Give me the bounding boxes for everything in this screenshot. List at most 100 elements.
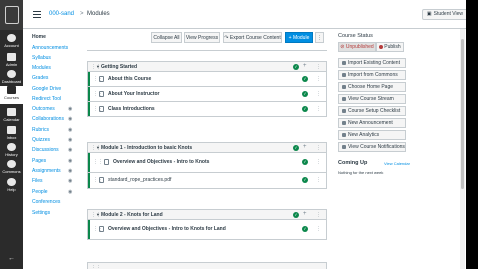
view-progress-button[interactable]: View Progress [184,32,220,43]
view-course-notifications-button[interactable]: View Course Notifications [338,142,406,152]
course-nav-quizzes[interactable]: Quizzes [32,137,50,143]
published-check-icon[interactable]: ✓ [302,91,308,97]
add-item-icon[interactable]: + [303,144,307,150]
divider [87,50,327,51]
item-options-icon[interactable]: ⋮ [316,76,321,82]
global-nav-history[interactable]: History [0,143,23,161]
course-nav-people[interactable]: People [32,189,48,195]
module-options-icon[interactable]: ⋮ [316,145,321,151]
hamburger-menu-icon[interactable] [33,11,41,20]
course-nav-syllabus[interactable]: Syllabus [32,55,51,61]
institution-logo[interactable] [0,0,23,30]
export-course-content-button[interactable]: ↷ Export Course Content [223,32,282,43]
module-item[interactable]: ⋮⋮ Overview and Objectives - Intro to Kn… [87,153,327,173]
global-nav-courses[interactable]: Courses [0,86,23,104]
published-check-icon[interactable]: ✓ [293,145,299,151]
global-nav-calendar[interactable]: Calendar [0,108,23,126]
add-module-button[interactable]: + Module [285,32,313,43]
hidden-eye-icon: ◉ [68,116,73,122]
hidden-eye-icon: ◉ [68,178,73,184]
collapse-triangle-icon[interactable]: ▼ [96,212,100,217]
module-item-title[interactable]: standard_rope_practices.pdf [108,177,171,183]
course-nav-collaborations[interactable]: Collaborations [32,116,64,122]
course-nav-discussions[interactable]: Discussions [32,147,59,153]
course-nav-modules[interactable]: Modules [32,65,51,71]
course-nav-files[interactable]: Files [32,178,43,184]
help-icon [7,178,16,186]
collapse-triangle-icon[interactable]: ▼ [96,64,100,69]
published-check-icon[interactable]: ✓ [302,226,308,232]
course-nav-redirect-tool[interactable]: Redirect Tool [32,96,61,102]
drag-handle-icon[interactable]: ⋮⋮ [91,265,101,269]
view-calendar-link[interactable]: View Calendar [384,161,410,166]
item-options-icon[interactable]: ⋮ [316,159,321,165]
module-item[interactable]: ⋮⋮ About this Course ✓ ⋮ [87,72,327,87]
view-course-stream-button[interactable]: View Course Stream [338,94,406,104]
published-check-icon[interactable]: ✓ [293,212,299,218]
checklist-icon [342,109,346,113]
course-nav-grades[interactable]: Grades [32,75,48,81]
module-options-icon[interactable]: ⋮ [316,212,321,218]
more-options-button[interactable]: ⋮ [315,32,324,43]
module-header[interactable]: ⋮⋮ ▼ Module 2 - Knots for Land ✓ + ⋮ [87,209,327,220]
new-analytics-button[interactable]: New Analytics [338,130,406,140]
published-check-icon[interactable]: ✓ [293,64,299,70]
course-nav-pages[interactable]: Pages [32,158,46,164]
global-nav-help[interactable]: Help [0,178,23,196]
collapse-all-button[interactable]: Collapse All [151,32,182,43]
coming-up-title: Coming Up [338,160,368,166]
import-existing-content-button[interactable]: Import Existing Content [338,58,406,68]
breadcrumb-page: Modules [87,11,110,17]
module-item[interactable]: ⋮⋮ Class Introductions ✓ ⋮ [87,102,327,117]
module-item-title[interactable]: About this Course [108,76,151,82]
module-header[interactable]: ⋮⋮ ▼ Getting Started ✓ + ⋮ [87,61,327,72]
item-options-icon[interactable]: ⋮ [316,106,321,112]
scrollbar-thumb[interactable] [461,39,464,189]
course-nav-home[interactable]: Home [32,34,46,40]
module-item[interactable]: ⋮⋮ About Your Instructor ✓ ⋮ [87,87,327,102]
item-options-icon[interactable]: ⋮ [316,177,321,183]
module-item-title[interactable]: Overview and Objectives - Intro to Knots [113,159,209,165]
file-icon [99,177,104,183]
course-nav-announcements[interactable]: Announcements [32,45,68,51]
breadcrumb-course[interactable]: 000-sand [49,11,74,17]
unpublished-button[interactable]: ⊘ Unpublished [338,42,376,52]
item-options-icon[interactable]: ⋮ [316,226,321,232]
course-nav-conferences[interactable]: Conferences [32,199,60,205]
collapse-triangle-icon[interactable]: ▼ [96,145,100,150]
global-nav-admin[interactable]: Admin [0,53,23,71]
course-nav-google-drive[interactable]: Google Drive [32,86,61,92]
module-item[interactable]: ⋮⋮ standard_rope_practices.pdf ✓ ⋮ [87,173,327,189]
add-item-icon[interactable]: + [303,211,307,217]
scrollbar[interactable] [460,29,465,269]
module-item-title[interactable]: About Your Instructor [108,91,159,97]
module-item-title[interactable]: Overview and Objectives - Intro to Knots… [108,226,226,232]
course-nav-settings[interactable]: Settings [32,210,50,216]
published-check-icon[interactable]: ✓ [302,177,308,183]
course-nav-outcomes[interactable]: Outcomes [32,106,55,112]
global-nav-inbox[interactable]: Inbox [0,126,23,144]
module-item[interactable]: ⋮⋮ Overview and Objectives - Intro to Kn… [87,220,327,240]
announcement-icon [342,121,346,125]
publish-button[interactable]: Publish [376,42,404,52]
drag-handle-icon[interactable]: ⋮⋮ [93,159,103,165]
course-setup-checklist-button[interactable]: Course Setup Checklist [338,106,406,116]
collapse-nav-icon[interactable]: ← [8,255,15,262]
import-from-commons-button[interactable]: Import from Commons [338,70,406,80]
module-options-icon[interactable]: ⋮ [316,64,321,70]
published-check-icon[interactable]: ✓ [302,159,308,165]
module-header[interactable]: ⋮⋮ ▼ Module 1 - Introduction to basic Kn… [87,142,327,153]
published-check-icon[interactable]: ✓ [302,106,308,112]
global-nav-account[interactable]: Account [0,34,23,52]
new-announcement-button[interactable]: New Announcement [338,118,406,128]
item-options-icon[interactable]: ⋮ [316,91,321,97]
module-item-title[interactable]: Class Introductions [108,106,155,112]
module-header[interactable]: ⋮⋮ [87,262,327,269]
choose-home-page-button[interactable]: Choose Home Page [338,82,406,92]
course-nav-rubrics[interactable]: Rubrics [32,127,49,133]
course-nav-assignments[interactable]: Assignments [32,168,61,174]
published-check-icon[interactable]: ✓ [302,76,308,82]
student-view-button[interactable]: ▣ Student View [421,9,468,20]
add-item-icon[interactable]: + [303,63,307,69]
global-nav-commons[interactable]: Commons [0,160,23,178]
